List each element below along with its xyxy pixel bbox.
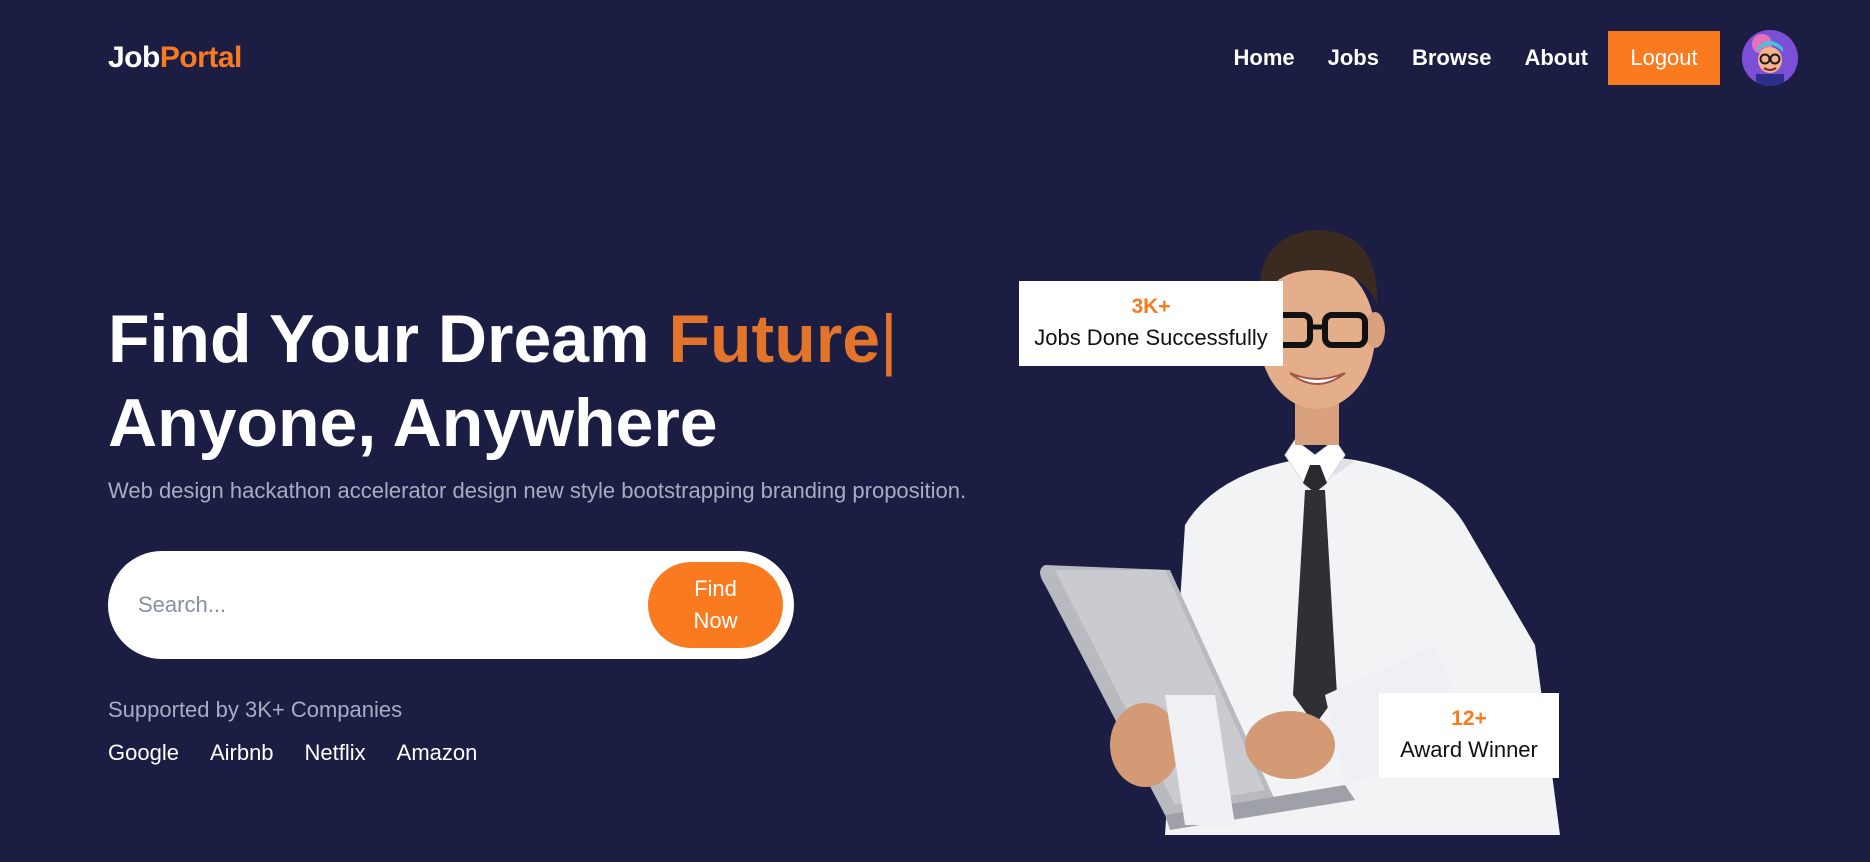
logo-text-job: Job: [108, 41, 160, 74]
hero-title-accent: Future: [668, 301, 881, 377]
stat-awards-label: Award Winner: [1400, 737, 1538, 762]
logo-text-portal: Portal: [159, 41, 243, 74]
logout-button[interactable]: Logout: [1608, 31, 1720, 85]
landing-page: JobPortal Home Jobs Browse About Logout …: [0, 0, 1870, 862]
nav-link-home[interactable]: Home: [1234, 45, 1295, 71]
stat-jobs-number: 3K+: [1131, 295, 1171, 318]
typing-caret: |: [880, 301, 898, 377]
avatar[interactable]: [1742, 30, 1798, 86]
search-bar: Find Now: [108, 551, 794, 659]
nav-link-about[interactable]: About: [1524, 45, 1588, 71]
hero-title-part1: Find Your Dream: [108, 301, 669, 377]
nav-link-jobs[interactable]: Jobs: [1328, 45, 1379, 71]
company-airbnb: Airbnb: [209, 740, 274, 765]
company-google: Google: [108, 740, 179, 765]
company-netflix: Netflix: [304, 740, 366, 765]
hero-title: Find Your Dream Future| Anyone, Anywhere: [108, 297, 898, 465]
search-input[interactable]: [138, 579, 598, 631]
company-list: Google Airbnb Netflix Amazon: [108, 740, 508, 766]
stat-jobs-label: Jobs Done Successfully: [1034, 325, 1268, 350]
hero-subtitle: Web design hackathon accelerator design …: [108, 478, 967, 503]
company-amazon: Amazon: [396, 740, 478, 765]
top-nav: Home Jobs Browse About Logout: [1234, 30, 1798, 86]
stat-card-awards: 12+ Award Winner: [1379, 693, 1559, 778]
find-now-button[interactable]: Find Now: [648, 562, 783, 648]
nav-link-browse[interactable]: Browse: [1412, 45, 1491, 71]
hero-title-line2: Anyone, Anywhere: [108, 385, 718, 461]
avatar-icon: [1742, 30, 1798, 86]
stat-card-jobs: 3K+ Jobs Done Successfully: [1019, 281, 1283, 366]
stat-awards-number: 12+: [1451, 707, 1487, 730]
logo[interactable]: JobPortal: [108, 41, 242, 75]
supported-label: Supported by 3K+ Companies: [108, 697, 403, 722]
